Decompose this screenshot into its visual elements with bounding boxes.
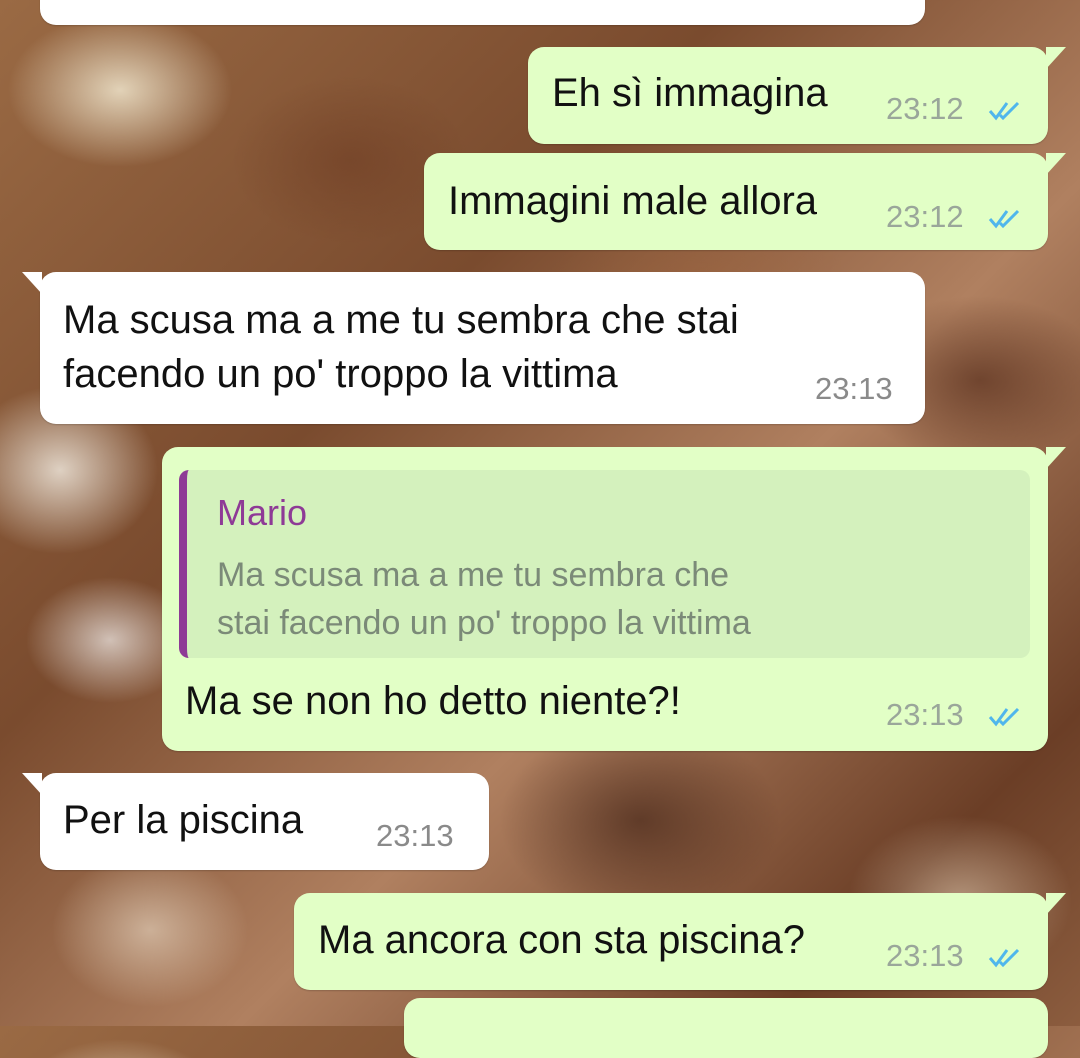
message-bubble-incoming[interactable]: Per la piscina 23:13: [22, 773, 489, 870]
message-text: Immagini male allora: [448, 179, 818, 223]
double-check-icon: [988, 707, 1020, 727]
message-text: Eh sì immagina: [552, 71, 828, 115]
message-bubble-outgoing-reply[interactable]: Mario Ma scusa ma a me tu sembra che sta…: [162, 447, 1066, 751]
double-check-icon: [988, 948, 1020, 968]
message-text: Per la piscina: [63, 798, 304, 842]
quoted-text-line: Ma scusa ma a me tu sembra che: [217, 556, 730, 594]
message-bubble-incoming[interactable]: Ma scusa ma a me tu sembra che stai face…: [22, 272, 925, 424]
message-bubble-outgoing-partial[interactable]: [404, 998, 1048, 1058]
message-bubble-outgoing[interactable]: Eh sì immagina 23:12: [528, 47, 1066, 144]
message-bubble-outgoing[interactable]: Ma ancora con sta piscina? 23:13: [294, 893, 1066, 990]
message-time: 23:12: [886, 91, 964, 126]
message-time: 23:13: [815, 371, 893, 406]
message-text-line: facendo un po' troppo la vittima: [63, 352, 618, 396]
message-text: Ma se non ho detto niente?!: [185, 679, 681, 723]
message-bubble-incoming-partial[interactable]: [40, 0, 925, 25]
message-time: 23:13: [376, 818, 454, 853]
message-text-line: Ma scusa ma a me tu sembra che stai: [63, 298, 739, 342]
quoted-text-line: stai facendo un po' troppo la vittima: [217, 604, 751, 642]
message-bubble-outgoing[interactable]: Immagini male allora 23:12: [424, 153, 1066, 250]
message-time: 23:13: [886, 697, 964, 732]
message-time: 23:12: [886, 199, 964, 234]
double-check-icon: [988, 101, 1020, 121]
message-text: Ma ancora con sta piscina?: [318, 918, 805, 962]
quoted-author: Mario: [217, 492, 308, 533]
quoted-message[interactable]: Mario Ma scusa ma a me tu sembra che sta…: [179, 470, 1030, 658]
message-time: 23:13: [886, 938, 964, 973]
double-check-icon: [988, 209, 1020, 229]
